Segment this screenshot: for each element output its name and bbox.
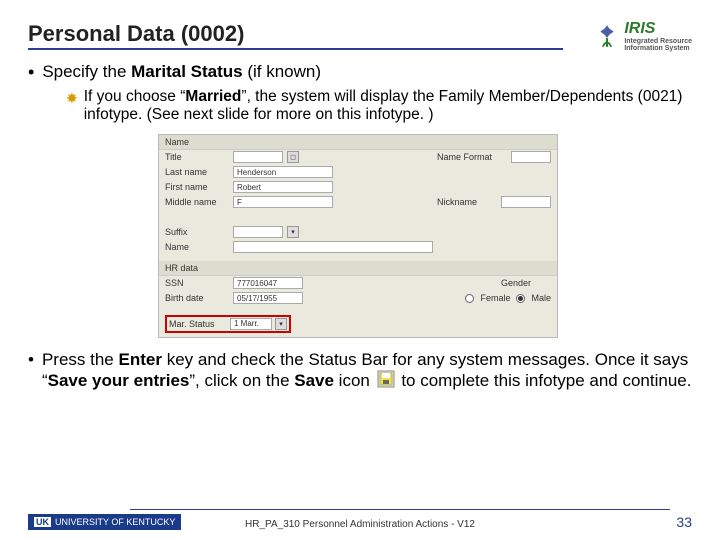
page-title: Personal Data (0002) bbox=[28, 21, 563, 52]
bullet-dot-icon: • bbox=[28, 350, 34, 393]
bullet-dot-icon: • bbox=[28, 62, 34, 84]
input-nickname[interactable] bbox=[501, 196, 551, 208]
uk-logo: UK UNIVERSITY OF KENTUCKY bbox=[28, 514, 181, 530]
flower-icon bbox=[594, 23, 620, 49]
bullet-enter-save: • Press the Enter key and check the Stat… bbox=[28, 350, 692, 393]
input-nameformat[interactable] bbox=[511, 151, 551, 163]
save-icon bbox=[377, 370, 395, 393]
label-nameformat: Name Format bbox=[437, 152, 507, 162]
input-marital[interactable]: 1 Marr. bbox=[230, 318, 272, 330]
input-ssn[interactable]: 777016047 bbox=[233, 277, 303, 289]
input-name2[interactable] bbox=[233, 241, 433, 253]
label-gender: Gender bbox=[501, 278, 551, 288]
star-icon: ✸ bbox=[66, 90, 78, 124]
label-name2: Name bbox=[165, 242, 229, 252]
label-ssn: SSN bbox=[165, 278, 229, 288]
marital-status-highlight: Mar. Status 1 Marr. ▾ bbox=[165, 315, 291, 333]
input-middle[interactable]: F bbox=[233, 196, 333, 208]
label-marital: Mar. Status bbox=[169, 319, 227, 329]
section-hrdata: HR data bbox=[159, 261, 557, 276]
label-middle: Middle name bbox=[165, 197, 229, 207]
radio-female[interactable] bbox=[465, 294, 474, 303]
bullet-married-note: ✸ If you choose “Married”, the system wi… bbox=[66, 88, 692, 124]
footer-divider bbox=[130, 509, 670, 510]
input-last[interactable]: Henderson bbox=[233, 166, 333, 178]
label-suffix: Suffix bbox=[165, 227, 229, 237]
suffix-dropdown-icon[interactable]: ▾ bbox=[287, 226, 299, 238]
input-birth[interactable]: 05/17/1955 bbox=[233, 292, 303, 304]
iris-logo: IRIS Integrated Resource Information Sys… bbox=[594, 20, 692, 52]
input-suffix[interactable] bbox=[233, 226, 283, 238]
label-nickname: Nickname bbox=[437, 197, 497, 207]
sap-form-screenshot: Name Title ◻ Name Format Last name Hende… bbox=[158, 134, 558, 338]
section-name: Name bbox=[159, 135, 557, 150]
input-title[interactable] bbox=[233, 151, 283, 163]
input-first[interactable]: Robert bbox=[233, 181, 333, 193]
footer-doc-id: HR_PA_310 Personnel Administration Actio… bbox=[245, 519, 475, 530]
label-last: Last name bbox=[165, 167, 229, 177]
radio-male[interactable] bbox=[516, 294, 525, 303]
title-dropdown-icon[interactable]: ◻ bbox=[287, 151, 299, 163]
label-birth: Birth date bbox=[165, 293, 229, 303]
label-first: First name bbox=[165, 182, 229, 192]
bullet-marital: • Specify the Marital Status (if known) bbox=[28, 62, 692, 84]
label-title: Title bbox=[165, 152, 229, 162]
page-number: 33 bbox=[676, 514, 692, 530]
marital-dropdown-icon[interactable]: ▾ bbox=[275, 318, 287, 330]
